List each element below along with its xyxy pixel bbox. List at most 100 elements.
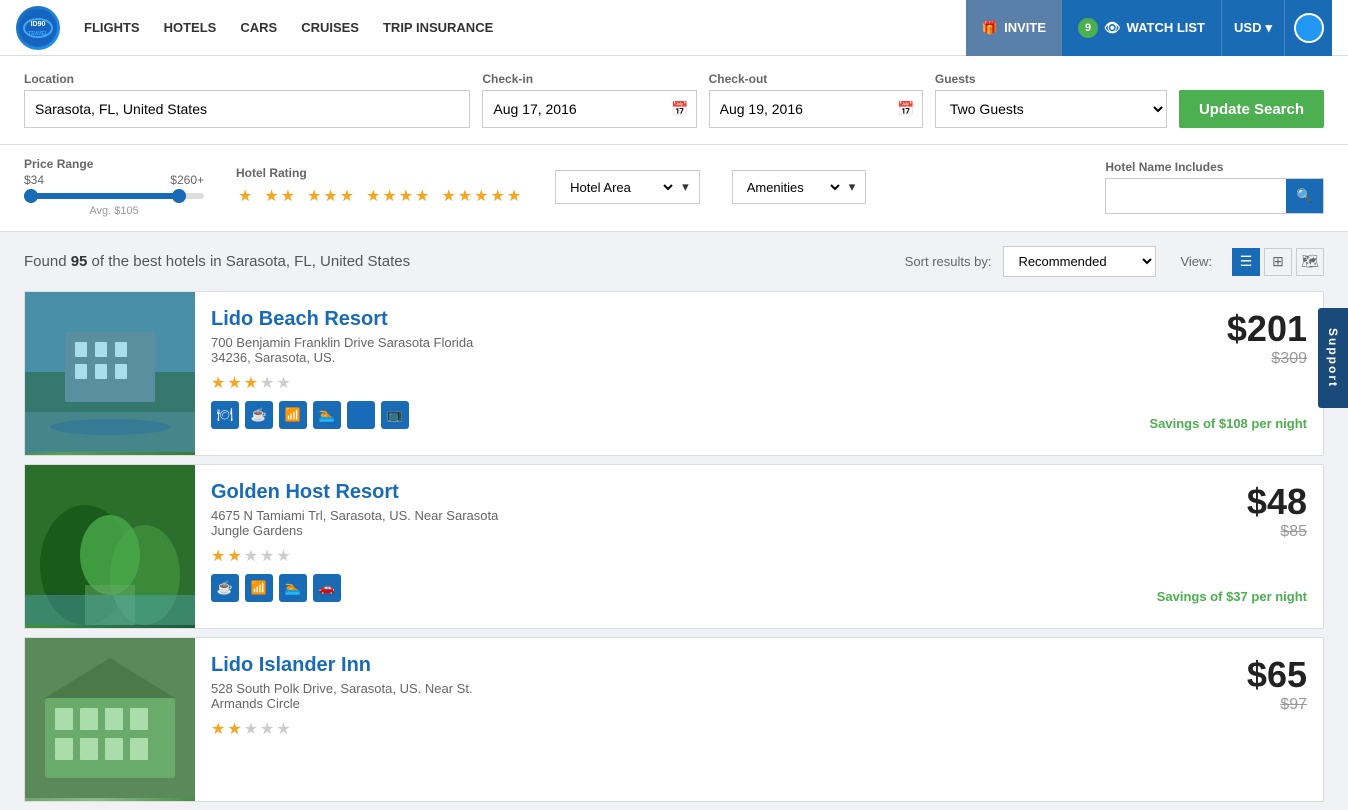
guests-select[interactable]: One Guest Two Guests Three Guests Four G… [935, 90, 1167, 128]
list-view-button[interactable]: ☰ [1232, 248, 1260, 276]
main-nav: FLIGHTS HOTELS CARS CRUISES TRIP INSURAN… [84, 16, 966, 39]
amenities-dropdown[interactable]: Amenities ▾ [732, 170, 867, 204]
hotel-name-label: Hotel Name Includes [1105, 160, 1324, 174]
guests-label: Guests [935, 72, 1167, 86]
search-icon: 🔍 [1296, 188, 1313, 204]
grid-view-button[interactable]: ⊞ [1264, 248, 1292, 276]
coffee-icon: ☕ [211, 574, 239, 602]
price-savings-lido: Savings of $108 per night [1150, 408, 1308, 439]
tv-icon: 📺 [381, 401, 409, 429]
price-slider-right-thumb[interactable] [172, 189, 186, 203]
nav-cruises[interactable]: CRUISES [301, 16, 359, 39]
table-row: Lido Islander Inn 528 South Polk Drive, … [24, 637, 1324, 802]
nav-trip-insurance[interactable]: TRIP INSURANCE [383, 16, 493, 39]
star-icon: ★ [307, 186, 321, 206]
hotel-rating-label: Hotel Rating [236, 166, 523, 180]
hotel-amenities-golden: ☕ 📶 🏊 🚗 [211, 574, 1125, 602]
hotel-name-input[interactable] [1106, 179, 1286, 213]
hotel-image-placeholder [25, 292, 195, 452]
price-savings-golden: Savings of $37 per night [1157, 581, 1307, 612]
checkout-input[interactable] [709, 90, 923, 128]
hotel-address-lido: 700 Benjamin Franklin Drive Sarasota Flo… [211, 335, 1118, 365]
currency-button[interactable]: USD ▾ [1221, 0, 1284, 56]
hotel-area-dropdown[interactable]: Hotel Area ▾ [555, 170, 700, 204]
support-tab[interactable]: Support [1318, 308, 1348, 408]
price-values: $34 $260+ [24, 173, 204, 187]
sort-label: Sort results by: [905, 254, 992, 269]
location-input[interactable] [24, 90, 470, 128]
star-group-5[interactable]: ★ ★ ★ ★ ★ [439, 184, 523, 208]
hotel-info-lido: Lido Beach Resort 700 Benjamin Franklin … [195, 292, 1134, 455]
header-actions: 🎁 INVITE 9 👁 WATCH LIST USD ▾ [966, 0, 1332, 56]
pets-icon: 🐾 [347, 401, 375, 429]
hotel-rating-filter: Hotel Rating ★ ★ ★ ★ ★ ★ ★ ★ ★ ★ ★ ★ [236, 166, 523, 208]
star-icon: ★ [399, 186, 413, 206]
user-avatar-button[interactable] [1284, 0, 1332, 56]
header: ID90 TRAVEL FLIGHTS HOTELS CARS CRUISES … [0, 0, 1348, 56]
star-empty: ★ [244, 719, 258, 739]
star-empty: ★ [276, 373, 290, 393]
star-icon: ★ [458, 186, 472, 206]
price-current-islander: $65 $97 [1199, 654, 1307, 714]
table-row: Lido Beach Resort 700 Benjamin Franklin … [24, 291, 1324, 456]
watchlist-count: 9 [1078, 18, 1098, 38]
hotel-name-lido[interactable]: Lido Beach Resort [211, 308, 388, 330]
hotel-name-islander[interactable]: Lido Islander Inn [211, 654, 371, 676]
stars-filter: ★ ★ ★ ★ ★ ★ ★ ★ ★ ★ ★ ★ ★ ★ ★ [236, 184, 523, 208]
watchlist-button[interactable]: 9 👁 WATCH LIST [1062, 0, 1221, 56]
hotel-stars-lido: ★ ★ ★ ★ ★ [211, 373, 1118, 393]
update-search-button[interactable]: Update Search [1179, 90, 1324, 128]
star-icon: ★ [490, 186, 504, 206]
hotel-stars-golden: ★ ★ ★ ★ ★ [211, 546, 1125, 566]
star-icon: ★ [366, 186, 380, 206]
star-group-4[interactable]: ★ ★ ★ ★ [364, 184, 431, 208]
checkin-input[interactable] [482, 90, 696, 128]
hotel-name-filter: Hotel Name Includes 🔍 [1105, 160, 1324, 214]
star-empty: ★ [276, 719, 290, 739]
price-slider-left-thumb[interactable] [24, 189, 38, 203]
star-empty: ★ [260, 719, 274, 739]
map-view-button[interactable]: 🗺 [1296, 248, 1324, 276]
nav-flights[interactable]: FLIGHTS [84, 16, 140, 39]
hotel-name-golden[interactable]: Golden Host Resort [211, 481, 399, 503]
nav-cars[interactable]: CARS [240, 16, 277, 39]
star-filled: ★ [211, 546, 225, 566]
price-current-golden: $48 $85 [1157, 481, 1307, 541]
amenities-filter: Amenities ▾ [732, 170, 867, 204]
hotel-image-golden [25, 465, 195, 628]
star-empty: ★ [260, 546, 274, 566]
coffee-icon: ☕ [245, 401, 273, 429]
star-group-1[interactable]: ★ [236, 184, 254, 208]
amenities-select[interactable]: Amenities [743, 179, 843, 196]
price-slider-track[interactable] [24, 193, 204, 199]
invite-button[interactable]: 🎁 INVITE [966, 0, 1062, 56]
location-field: Location [24, 72, 470, 128]
logo[interactable]: ID90 TRAVEL [16, 6, 60, 50]
nav-hotels[interactable]: HOTELS [164, 16, 217, 39]
star-icon: ★ [238, 186, 252, 206]
hotel-address-golden: 4675 N Tamiami Trl, Sarasota, US. Near S… [211, 508, 1125, 538]
star-group-3[interactable]: ★ ★ ★ [305, 184, 356, 208]
hotel-list: Lido Beach Resort 700 Benjamin Franklin … [0, 291, 1348, 810]
parking-icon: 🚗 [313, 574, 341, 602]
checkout-input-wrapper: 📅 [709, 90, 923, 128]
hotel-area-select[interactable]: Hotel Area [566, 179, 676, 196]
star-icon: ★ [264, 186, 278, 206]
checkin-input-wrapper: 📅 [482, 90, 696, 128]
pool-icon: 🏊 [313, 401, 341, 429]
star-filled: ★ [244, 373, 258, 393]
price-range-label: Price Range [24, 157, 204, 171]
star-filled: ★ [227, 546, 241, 566]
results-count: Found 95 of the best hotels in Sarasota,… [24, 253, 905, 270]
view-icons: ☰ ⊞ 🗺 [1232, 248, 1324, 276]
hotel-amenities-lido: 🍽 ☕ 📶 🏊 🐾 📺 [211, 401, 1118, 429]
checkin-field: Check-in 📅 [482, 72, 696, 128]
hotel-stars-islander: ★ ★ ★ ★ ★ [211, 719, 1167, 739]
star-group-2[interactable]: ★ ★ [262, 184, 297, 208]
filters-bar: Price Range $34 $260+ Avg. $105 Hotel Ra… [0, 145, 1348, 232]
hotel-name-search-button[interactable]: 🔍 [1286, 179, 1323, 213]
star-filled: ★ [227, 719, 241, 739]
hotel-name-search-wrapper: 🔍 [1105, 178, 1324, 214]
star-filled: ★ [211, 719, 225, 739]
sort-select[interactable]: Recommended Price (Low to High) Price (H… [1003, 246, 1156, 277]
